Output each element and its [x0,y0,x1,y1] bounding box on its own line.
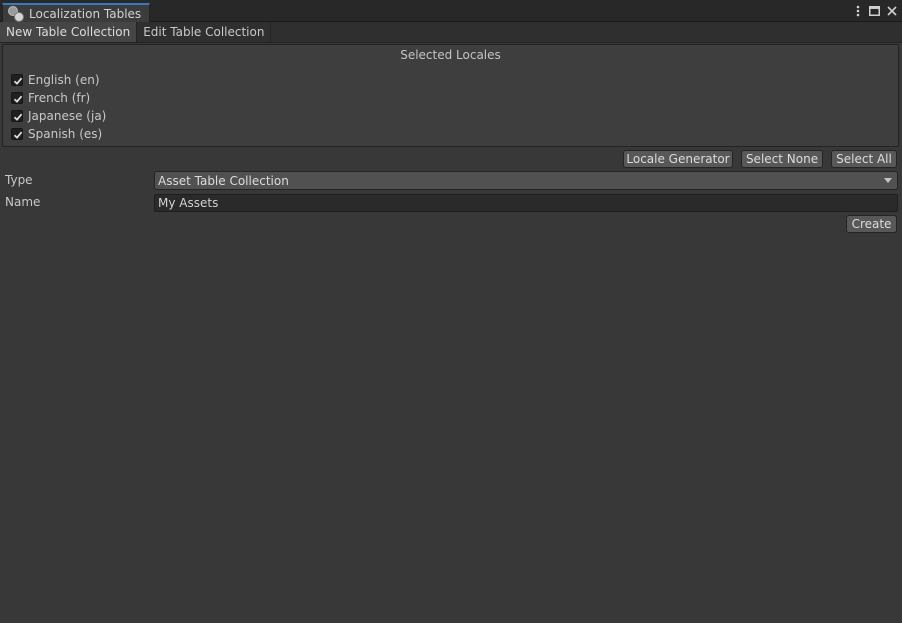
select-all-button[interactable]: Select All [831,150,897,168]
localization-tables-window: Localization Tables New Table Collection… [0,0,902,623]
type-dropdown-value: Asset Table Collection [158,173,289,188]
check-icon [13,95,23,103]
locale-checkbox[interactable] [11,74,23,86]
localization-icon [8,5,24,22]
window-title: Localization Tables [29,6,142,21]
check-icon [13,113,23,121]
window-controls [851,3,898,19]
locale-item-japanese[interactable]: Japanese (ja) [11,108,106,124]
name-input[interactable] [154,194,898,212]
locale-label: English (en) [28,73,100,87]
close-icon[interactable] [885,4,898,19]
locale-label: French (fr) [28,91,91,105]
locale-label: Spanish (es) [28,127,103,141]
type-label: Type [5,173,33,187]
check-icon [13,131,23,139]
tab-edit-table-collection[interactable]: Edit Table Collection [137,22,272,42]
select-none-button[interactable]: Select None [741,150,823,168]
window-tab-strip: Localization Tables [0,0,902,22]
locale-checkbox[interactable] [11,110,23,122]
locale-checkbox[interactable] [11,128,23,140]
maximize-icon[interactable] [868,4,881,19]
locale-item-english[interactable]: English (en) [11,72,100,88]
create-button[interactable]: Create [846,215,897,233]
selected-locales-header: Selected Locales [400,48,501,62]
locale-checkbox[interactable] [11,92,23,104]
collection-tabs: New Table Collection Edit Table Collecti… [0,22,902,43]
type-dropdown[interactable]: Asset Table Collection [154,171,898,190]
dropdown-arrow-icon [884,178,892,183]
locale-label: Japanese (ja) [28,109,107,123]
locale-generator-button[interactable]: Locale Generator [623,150,733,168]
locale-item-spanish[interactable]: Spanish (es) [11,126,102,142]
name-label: Name [5,195,41,209]
selected-locales-panel: Selected Locales English (en) French (fr… [2,44,899,147]
window-tab[interactable]: Localization Tables [2,3,150,22]
more-icon[interactable] [851,4,864,19]
locale-item-french[interactable]: French (fr) [11,90,90,106]
check-icon [13,77,23,85]
tab-new-table-collection[interactable]: New Table Collection [0,22,138,42]
